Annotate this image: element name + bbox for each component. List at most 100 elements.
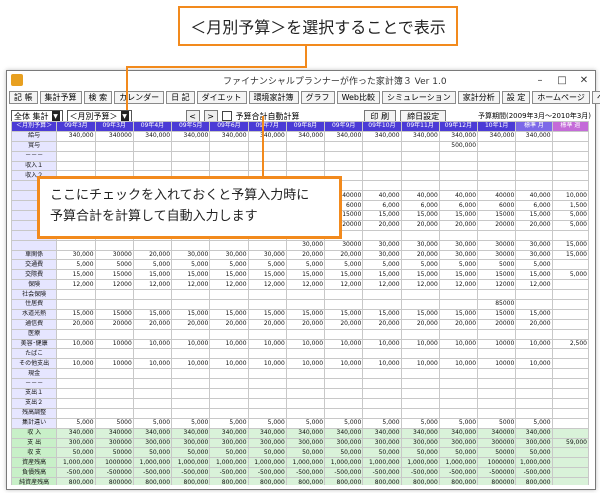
budget-cell[interactable] — [477, 150, 517, 162]
budget-cell[interactable]: 40,000 — [515, 190, 553, 202]
budget-cell[interactable]: 12,000 — [209, 279, 249, 291]
budget-cell[interactable]: 340,000 — [56, 427, 96, 439]
budget-cell[interactable]: 1,000,000 — [132, 457, 173, 469]
menu-item[interactable]: 設 定 — [501, 91, 531, 104]
budget-cell[interactable] — [362, 150, 402, 162]
budget-cell[interactable] — [551, 447, 589, 459]
budget-cell[interactable] — [94, 378, 134, 390]
budget-cell[interactable]: 10,000 — [285, 338, 326, 350]
budget-cell[interactable] — [551, 318, 589, 330]
budget-cell[interactable]: 5,000 — [247, 259, 287, 271]
budget-cell[interactable]: -500,000 — [209, 467, 249, 479]
budget-cell[interactable] — [438, 328, 479, 340]
budget-cell[interactable]: 10,000 — [132, 358, 173, 370]
budget-cell[interactable] — [438, 299, 479, 310]
budget-cell[interactable]: 50000 — [477, 447, 517, 459]
budget-cell[interactable]: 20,000 — [515, 219, 553, 231]
budget-cell[interactable] — [551, 427, 589, 439]
budget-cell[interactable]: 12,000 — [362, 279, 402, 291]
budget-cell[interactable] — [247, 397, 287, 409]
budget-cell[interactable] — [515, 180, 553, 192]
budget-cell[interactable]: 12,000 — [400, 279, 440, 291]
budget-cell[interactable] — [400, 388, 440, 399]
budget-cell[interactable]: 20,000 — [400, 249, 440, 261]
budget-cell[interactable] — [209, 388, 249, 399]
budget-cell[interactable] — [438, 180, 479, 192]
budget-cell[interactable]: -500000 — [94, 467, 134, 479]
budget-cell[interactable] — [438, 407, 479, 419]
budget-cell[interactable]: 50,000 — [515, 447, 553, 459]
budget-cell[interactable] — [515, 140, 553, 152]
budget-cell[interactable] — [171, 368, 211, 380]
budget-cell[interactable]: 1,000,000 — [515, 457, 553, 469]
budget-cell[interactable] — [477, 388, 517, 399]
menu-item[interactable]: グラフ — [300, 91, 335, 104]
budget-cell[interactable]: 1,500 — [551, 200, 589, 212]
budget-cell[interactable] — [477, 397, 517, 409]
auto-calc-checkbox[interactable] — [221, 111, 232, 121]
budget-cell[interactable]: 15,000 — [56, 269, 96, 281]
budget-cell[interactable] — [515, 150, 553, 162]
budget-cell[interactable] — [171, 388, 211, 399]
budget-cell[interactable]: 5,000 — [362, 259, 402, 271]
budget-cell[interactable] — [477, 170, 517, 182]
budget-cell[interactable] — [438, 378, 479, 390]
menu-item[interactable]: 家計分析 — [457, 91, 500, 104]
budget-cell[interactable] — [362, 407, 402, 419]
budget-cell[interactable]: 15,000 — [171, 269, 211, 281]
budget-cell[interactable] — [400, 299, 440, 310]
budget-cell[interactable]: 10,000 — [400, 358, 440, 370]
budget-cell[interactable]: 5,000 — [400, 259, 440, 271]
budget-cell[interactable]: 30,000 — [515, 239, 553, 251]
budget-cell[interactable]: 5,000 — [171, 417, 211, 429]
budget-cell[interactable] — [285, 368, 326, 380]
menu-item[interactable]: 環境家計簿 — [248, 91, 299, 104]
budget-cell[interactable]: 5,000 — [400, 417, 440, 429]
budget-cell[interactable] — [285, 407, 326, 419]
budget-cell[interactable]: 800,000 — [438, 477, 479, 485]
budget-cell[interactable] — [247, 140, 287, 152]
budget-cell[interactable]: 50,000 — [171, 447, 211, 459]
budget-cell[interactable] — [94, 407, 134, 419]
budget-cell[interactable] — [515, 407, 553, 419]
budget-cell[interactable]: 15000 — [94, 269, 134, 281]
budget-cell[interactable] — [285, 289, 326, 301]
budget-cell[interactable]: 20,000 — [285, 249, 326, 261]
budget-cell[interactable]: 50,000 — [285, 447, 326, 459]
budget-cell[interactable]: 6,000 — [438, 200, 479, 212]
budget-cell[interactable]: 340,000 — [132, 427, 173, 439]
budget-cell[interactable]: 1,000,000 — [285, 457, 326, 469]
budget-cell[interactable] — [515, 160, 553, 172]
budget-cell[interactable] — [400, 229, 440, 241]
budget-cell[interactable]: 340000 — [94, 427, 134, 439]
budget-cell[interactable]: 20,000 — [400, 219, 440, 231]
budget-cell[interactable]: 800,000 — [285, 477, 326, 485]
budget-cell[interactable] — [362, 328, 402, 340]
budget-cell[interactable]: 340,000 — [56, 130, 96, 142]
budget-cell[interactable]: 340,000 — [515, 427, 553, 439]
budget-cell[interactable]: 10,000 — [171, 358, 211, 370]
budget-cell[interactable]: 800,000 — [324, 477, 364, 485]
menu-item[interactable]: シミュレーション — [382, 91, 456, 104]
budget-cell[interactable]: 15,000 — [132, 269, 173, 281]
maximize-button[interactable]: □ — [551, 75, 573, 86]
budget-cell[interactable]: 12,000 — [285, 279, 326, 291]
budget-cell[interactable] — [362, 229, 402, 241]
budget-cell[interactable] — [362, 160, 402, 172]
budget-cell[interactable] — [477, 140, 517, 152]
budget-cell[interactable] — [94, 160, 134, 172]
budget-cell[interactable]: 30,000 — [285, 239, 326, 251]
budget-cell[interactable]: 340,000 — [477, 130, 517, 142]
budget-cell[interactable] — [551, 130, 589, 142]
budget-cell[interactable]: 5,000 — [551, 269, 589, 281]
budget-cell[interactable]: 340,000 — [400, 130, 440, 142]
menu-item[interactable]: Web比較 — [336, 91, 381, 104]
budget-cell[interactable] — [477, 229, 517, 241]
budget-cell[interactable]: 5,000 — [132, 259, 173, 271]
budget-cell[interactable] — [171, 239, 211, 251]
budget-cell[interactable]: 15,000 — [551, 249, 589, 261]
budget-cell[interactable] — [171, 378, 211, 390]
budget-cell[interactable]: 340,000 — [132, 130, 173, 142]
column-header[interactable]: ＜月別予算＞ — [11, 121, 58, 132]
budget-cell[interactable] — [324, 140, 364, 152]
